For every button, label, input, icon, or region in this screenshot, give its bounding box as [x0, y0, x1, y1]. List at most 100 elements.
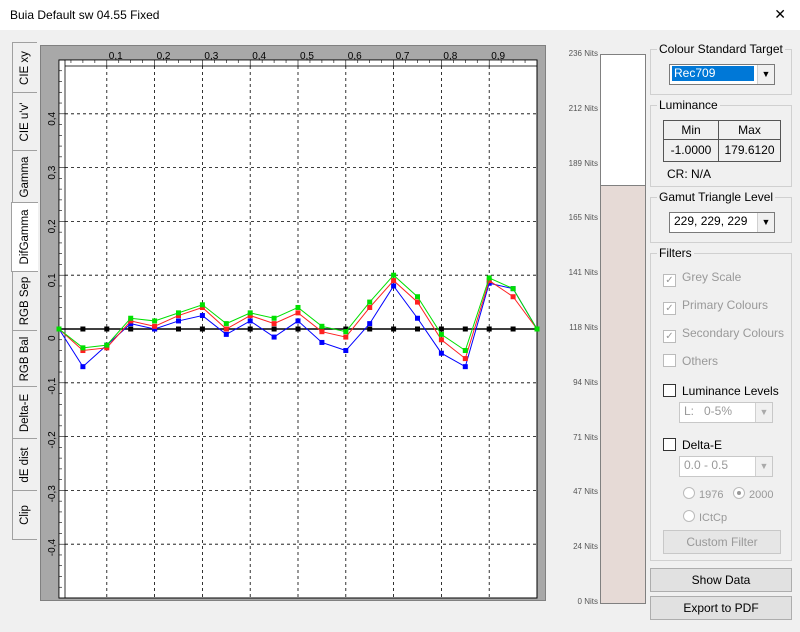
data-point: [486, 326, 492, 332]
nits-label: 24 Nits: [573, 542, 598, 552]
show-data-button[interactable]: Show Data: [650, 568, 792, 592]
nits-bar: 236 Nits 212 Nits 189 Nits 165 Nits 141 Nits…: [552, 45, 646, 606]
y-tick-label: 0,2: [47, 219, 58, 233]
luminance-levels-select[interactable]: L: 0-5% ▼: [679, 402, 773, 423]
export-pdf-button[interactable]: Export to PDF: [650, 596, 792, 620]
primary-colours-label: Primary Colours: [682, 298, 769, 312]
y-tick-label: 0,4: [47, 111, 58, 125]
data-point: [534, 326, 540, 332]
data-point: [80, 345, 86, 351]
data-point: [247, 318, 253, 324]
data-point: [176, 326, 181, 332]
tab-label: RGB Sep: [19, 276, 31, 326]
data-point: [510, 326, 516, 332]
data-point: [438, 331, 444, 337]
gamut-select[interactable]: 229, 229, 229 ▼: [669, 212, 775, 233]
table-divider: [664, 139, 780, 140]
others-label: Others: [682, 354, 719, 368]
primary-colours-checkbox[interactable]: ✓ Primary Colours: [663, 298, 768, 315]
tab-cie-xy[interactable]: CIE xy: [12, 42, 37, 94]
data-point: [104, 326, 110, 332]
delta-e-select[interactable]: 0.0 - 0.5 ▼: [679, 456, 773, 477]
tab-rgb-sep[interactable]: RGB Sep: [12, 270, 37, 332]
tab-cie-uv[interactable]: CIE u'v': [12, 92, 37, 152]
data-point: [199, 302, 205, 308]
min-label: Min: [681, 123, 701, 137]
nits-level-fill: [601, 184, 645, 603]
difgamma-chart: 0,1 0,2 0,3 0,4 0,5 0,6 0,7 0,8 0,9 0,4 0,3 0,2 0,1 0…: [40, 45, 546, 601]
tab-label: Delta-E: [19, 393, 31, 433]
data-point: [462, 326, 468, 332]
data-point: [152, 318, 158, 324]
tab-label: DifGamma: [19, 209, 31, 265]
data-point: [199, 326, 205, 332]
data-point: [343, 334, 349, 340]
delta-e-value: 0.0 - 0.5: [684, 458, 729, 472]
tab-gamma[interactable]: Gamma: [12, 150, 37, 204]
data-point: [486, 275, 492, 281]
data-point: [56, 326, 62, 332]
min-value: -1.0000: [670, 143, 712, 157]
y-tick-label: 0,1: [47, 273, 58, 287]
custom-filter-button[interactable]: Custom Filter: [663, 530, 781, 554]
data-point: [438, 350, 444, 356]
gamut-group: Gamut Triangle Level 229, 229, 229 ▼: [650, 190, 792, 243]
nits-label: 118 Nits: [569, 323, 598, 332]
check-icon: ✓: [663, 274, 676, 287]
y-tick-label: 0: [47, 335, 58, 341]
data-point: [438, 337, 444, 343]
data-point: [415, 294, 420, 300]
x-tick-label: 0,5: [300, 51, 314, 62]
data-point: [176, 310, 181, 316]
radio-1976-label: 1976: [699, 489, 724, 501]
data-point: [343, 348, 349, 354]
colour-target-select[interactable]: Rec709 ▼: [669, 64, 775, 85]
tab-label: CIE u'v': [19, 102, 31, 142]
tab-label: Clip: [19, 505, 31, 525]
close-icon[interactable]: ✕: [774, 6, 786, 23]
luminance-levels-label: Luminance Levels: [682, 384, 779, 398]
data-point: [271, 315, 277, 321]
radio-1976[interactable]: 1976: [683, 487, 723, 501]
nits-label: 0 Nits: [577, 597, 598, 606]
tab-delta-e[interactable]: Delta-E: [12, 386, 37, 440]
grey-scale-checkbox[interactable]: ✓ Grey Scale: [663, 270, 741, 287]
y-tick-label: 0,3: [47, 165, 58, 179]
tab-label: CIE xy: [19, 51, 31, 85]
data-point: [391, 283, 397, 289]
tab-de-dist[interactable]: dE dist: [12, 438, 37, 492]
data-point: [319, 339, 325, 345]
x-tick-label: 0,8: [443, 51, 457, 62]
tab-rgb-bal[interactable]: RGB Bal: [12, 330, 37, 388]
colour-target-value: Rec709: [672, 66, 754, 81]
x-tick-label: 0,1: [109, 51, 123, 62]
luminance-levels-checkbox[interactable]: Luminance Levels: [663, 384, 779, 398]
secondary-colours-checkbox[interactable]: ✓ Secondary Colours: [663, 326, 784, 343]
data-point: [319, 323, 325, 329]
radio-2000[interactable]: 2000: [733, 487, 773, 501]
radio-ictcp[interactable]: ICtCp: [683, 510, 727, 524]
data-point: [391, 278, 397, 284]
data-point: [295, 326, 301, 332]
luminance-levels-value: L: 0-5%: [684, 404, 733, 418]
luminance-legend: Luminance: [657, 98, 720, 112]
radio-on-icon: [733, 487, 745, 499]
data-point: [462, 348, 468, 354]
colour-target-group: Colour Standard Target Rec709 ▼: [650, 42, 792, 95]
data-point: [128, 326, 134, 332]
tab-difgamma[interactable]: DifGamma: [11, 202, 38, 272]
data-point: [367, 299, 373, 305]
tab-clip[interactable]: Clip: [12, 490, 37, 540]
data-point: [104, 342, 110, 348]
others-checkbox[interactable]: Others: [663, 354, 718, 368]
data-point: [415, 315, 420, 321]
data-point: [367, 304, 373, 310]
nits-label: 71 Nits: [573, 432, 598, 442]
delta-e-checkbox[interactable]: Delta-E: [663, 438, 722, 452]
data-point: [271, 326, 277, 332]
data-point: [367, 321, 373, 327]
data-point: [271, 334, 277, 340]
nits-bar-frame: [600, 54, 646, 604]
x-tick-label: 0,2: [157, 51, 171, 62]
data-point: [510, 294, 516, 300]
